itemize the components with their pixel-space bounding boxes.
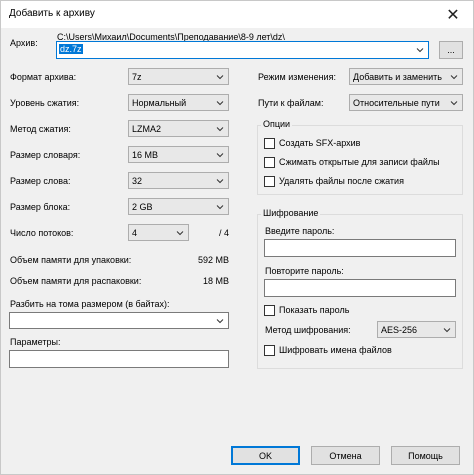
update-mode-select[interactable]: Добавить и заменить (349, 68, 463, 85)
cancel-button[interactable]: Отмена (311, 446, 380, 465)
chevron-down-icon (216, 319, 224, 324)
encryption-method-value: AES-256 (381, 325, 418, 335)
password-repeat-input[interactable] (264, 279, 456, 297)
method-label: Метод сжатия: (10, 124, 71, 134)
options-group-title: Опции (261, 119, 293, 129)
threads-label: Число потоков: (10, 228, 74, 238)
path-mode-value: Относительные пути (353, 98, 440, 108)
update-mode-label: Режим изменения: (258, 72, 336, 82)
mem-unpack-value: 18 MB (202, 276, 229, 286)
show-password-checkbox[interactable] (264, 305, 275, 316)
close-button[interactable]: ✕ (433, 1, 473, 28)
chevron-down-icon (216, 205, 224, 210)
path-mode-select[interactable]: Относительные пути (349, 94, 463, 111)
chevron-down-icon (450, 101, 458, 106)
shared-files-checkbox[interactable] (264, 157, 275, 168)
encryption-method-select[interactable]: AES-256 (377, 321, 456, 338)
shared-files-label: Сжимать открытые для записи файлы (279, 157, 440, 167)
encryption-method-label: Метод шифрования: (265, 325, 351, 335)
mem-pack-label: Объем памяти для упаковки: (10, 255, 132, 265)
encryption-group-title: Шифрование (261, 208, 321, 218)
chevron-down-icon (450, 75, 458, 80)
password-repeat-label: Повторите пароль: (265, 266, 344, 276)
sfx-label: Создать SFX-архив (279, 138, 361, 148)
block-select[interactable]: 2 GB (128, 198, 229, 215)
level-label: Уровень сжатия: (10, 98, 80, 108)
browse-button[interactable]: ... (439, 41, 463, 59)
block-value: 2 GB (132, 202, 153, 212)
password-input[interactable] (264, 239, 456, 257)
dict-select[interactable]: 16 MB (128, 146, 229, 163)
encrypt-names-checkbox[interactable] (264, 345, 275, 356)
word-select[interactable]: 32 (128, 172, 229, 189)
path-mode-label: Пути к файлам: (258, 98, 324, 108)
mem-unpack-label: Объем памяти для распаковки: (10, 276, 142, 286)
block-label: Размер блока: (10, 202, 71, 212)
chevron-down-icon (216, 101, 224, 106)
show-password-label: Показать пароль (279, 305, 350, 315)
archive-name-field[interactable]: dz.7z (56, 41, 429, 59)
level-select[interactable]: Нормальный (128, 94, 229, 111)
chevron-down-icon (416, 48, 424, 53)
update-mode-value: Добавить и заменить (353, 72, 442, 82)
password-label: Введите пароль: (265, 226, 335, 236)
sfx-checkbox[interactable] (264, 138, 275, 149)
encrypt-names-label: Шифровать имена файлов (279, 345, 392, 355)
add-to-archive-dialog: Добавить к архиву ✕ Архив: C:\Users\Миха… (0, 0, 474, 475)
split-label: Разбить на тома размером (в байтах): (10, 299, 170, 309)
split-volume-select[interactable] (9, 312, 229, 329)
close-icon: ✕ (446, 6, 460, 24)
format-label: Формат архива: (10, 72, 77, 82)
chevron-down-icon (216, 127, 224, 132)
word-label: Размер слова: (10, 176, 71, 186)
params-label: Параметры: (10, 337, 61, 347)
format-select[interactable]: 7z (128, 68, 229, 85)
threads-max: / 4 (219, 228, 230, 238)
chevron-down-icon (443, 328, 451, 333)
chevron-down-icon (176, 231, 184, 236)
window-title: Добавить к архиву (9, 8, 95, 19)
word-value: 32 (132, 176, 143, 186)
params-input[interactable] (9, 350, 229, 368)
threads-select[interactable]: 4 (128, 224, 189, 241)
dict-label: Размер словаря: (10, 150, 81, 160)
format-value: 7z (132, 72, 142, 82)
chevron-down-icon (216, 153, 224, 158)
delete-after-checkbox[interactable] (264, 176, 275, 187)
archive-name-value: dz.7z (59, 44, 83, 54)
chevron-down-icon (216, 179, 224, 184)
method-value: LZMA2 (132, 124, 162, 134)
delete-after-label: Удалять файлы после сжатия (279, 176, 404, 186)
method-select[interactable]: LZMA2 (128, 120, 229, 137)
help-button[interactable]: Помощь (391, 446, 460, 465)
dict-value: 16 MB (132, 150, 159, 160)
level-value: Нормальный (132, 98, 187, 108)
title-bar: Добавить к архиву ✕ (1, 1, 473, 28)
chevron-down-icon (216, 75, 224, 80)
mem-pack-value: 592 MB (197, 255, 229, 265)
archive-label: Архив: (10, 38, 38, 48)
ok-button[interactable]: OK (231, 446, 300, 465)
threads-value: 4 (132, 228, 138, 238)
